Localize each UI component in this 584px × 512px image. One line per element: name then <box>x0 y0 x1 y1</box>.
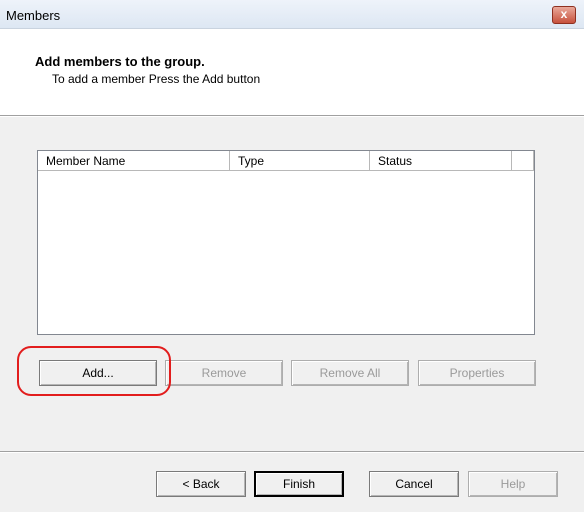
column-header-member-name[interactable]: Member Name <box>38 151 230 171</box>
remove-button[interactable]: Remove <box>165 360 283 386</box>
header-title: Add members to the group. <box>35 54 205 69</box>
back-button[interactable]: < Back <box>156 471 246 497</box>
header-subtitle: To add a member Press the Add button <box>52 72 261 86</box>
wizard-header: Add members to the group. To add a membe… <box>0 29 584 115</box>
add-button-highlight <box>17 346 171 396</box>
cancel-button[interactable]: Cancel <box>369 471 459 497</box>
column-header-type[interactable]: Type <box>230 151 370 171</box>
column-header-status[interactable]: Status <box>370 151 512 171</box>
member-list-header: Member Name Type Status <box>38 151 534 172</box>
close-icon: x <box>560 7 568 21</box>
properties-button[interactable]: Properties <box>418 360 536 386</box>
finish-button[interactable]: Finish <box>254 471 344 497</box>
member-list[interactable]: Member Name Type Status <box>37 150 535 335</box>
window-title: Members <box>6 8 61 23</box>
title-bar: Members x <box>0 0 584 29</box>
close-button[interactable]: x <box>552 6 576 24</box>
column-header-filler <box>512 151 534 171</box>
help-button[interactable]: Help <box>468 471 558 497</box>
remove-all-button[interactable]: Remove All <box>291 360 409 386</box>
